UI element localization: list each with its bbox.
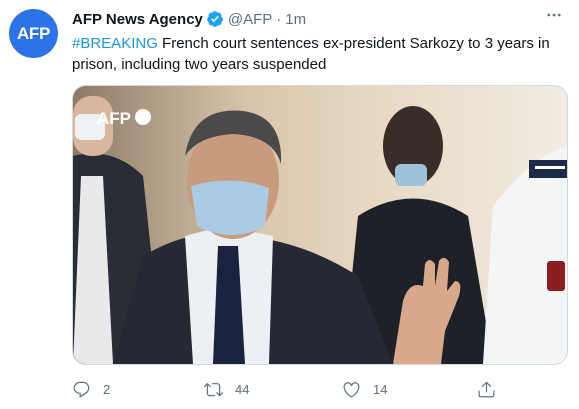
tweet-photo[interactable]: AFP bbox=[72, 85, 568, 365]
avatar[interactable]: AFP bbox=[9, 9, 58, 58]
more-icon bbox=[547, 13, 561, 17]
handle[interactable]: @AFP bbox=[228, 11, 272, 28]
reply-icon bbox=[73, 381, 90, 397]
like-button[interactable]: 14 bbox=[342, 377, 387, 401]
photo-watermark: AFP bbox=[97, 109, 131, 128]
like-count: 14 bbox=[373, 381, 388, 397]
retweet-button[interactable]: 44 bbox=[204, 377, 249, 401]
retweet-count: 44 bbox=[235, 381, 250, 397]
reply-button[interactable]: 2 bbox=[72, 377, 110, 401]
verified-badge-icon bbox=[207, 11, 223, 27]
share-icon bbox=[478, 381, 495, 397]
hashtag-link[interactable]: #BREAKING bbox=[72, 35, 158, 52]
tweet-header: AFP News Agency @AFP · 1m bbox=[72, 9, 563, 29]
timestamp[interactable]: 1m bbox=[285, 11, 306, 28]
avatar-logo-text: AFP bbox=[16, 23, 51, 43]
photo-illustration: AFP bbox=[73, 86, 567, 364]
heart-icon bbox=[343, 381, 360, 397]
display-name[interactable]: AFP News Agency bbox=[72, 11, 203, 28]
tweet-actions: 2 44 14 bbox=[72, 377, 512, 401]
share-button[interactable] bbox=[477, 377, 496, 401]
retweet-icon bbox=[204, 382, 223, 396]
separator-dot: · bbox=[276, 10, 282, 28]
more-options-button[interactable] bbox=[543, 4, 565, 26]
tweet-text: #BREAKING French court sentences ex-pres… bbox=[72, 33, 570, 75]
reply-count: 2 bbox=[103, 381, 111, 397]
